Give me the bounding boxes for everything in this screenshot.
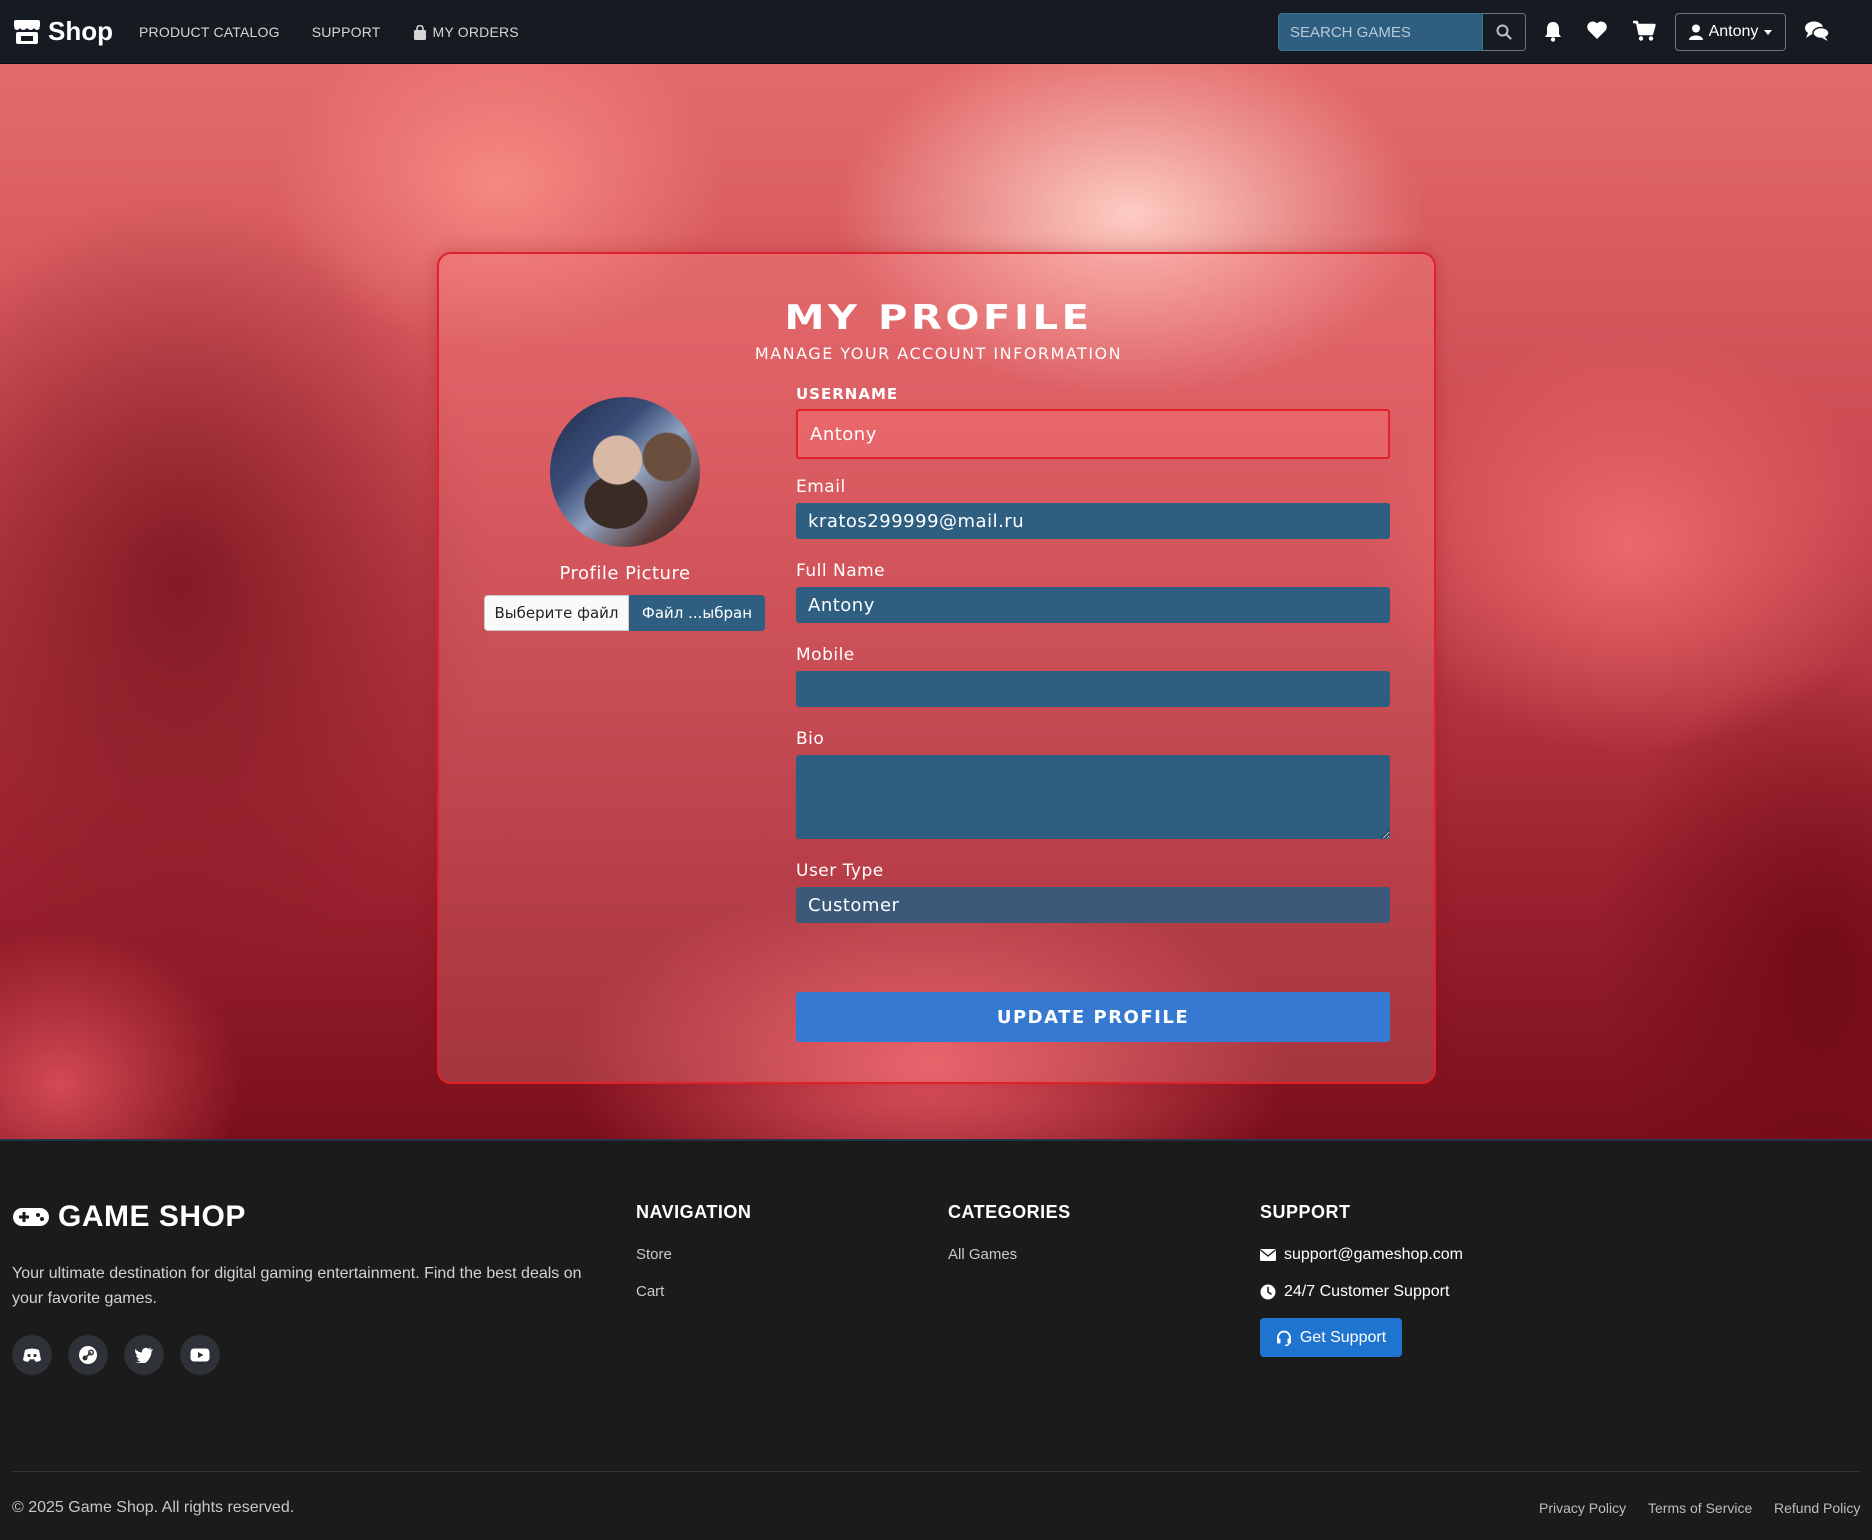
bio-label: Bio [796, 729, 825, 749]
store-icon [14, 19, 40, 44]
nav-product-catalog[interactable]: PRODUCT CATALOG [139, 24, 280, 40]
profile-card: MY PROFILE MANAGE YOUR ACCOUNT INFORMATI… [437, 252, 1436, 1084]
search-button[interactable] [1483, 13, 1526, 51]
user-menu-label: Antony [1708, 23, 1759, 40]
footer-link-cart[interactable]: Cart [636, 1283, 664, 1300]
heart-icon [1587, 21, 1607, 39]
footer-link-all-games[interactable]: All Games [948, 1246, 1017, 1263]
discord-icon [23, 1348, 41, 1362]
user-icon [1688, 24, 1703, 40]
support-email-text: support@gameshop.com [1284, 1246, 1463, 1263]
search-input[interactable] [1278, 13, 1483, 51]
footer-categories-title: CATEGORIES [948, 1202, 1071, 1222]
full-name-label: Full Name [796, 561, 886, 581]
steam-icon [79, 1346, 97, 1364]
mobile-label: Mobile [796, 645, 855, 665]
refund-policy-link[interactable]: Refund Policy [1774, 1500, 1860, 1516]
cart-icon [1633, 20, 1656, 41]
update-profile-button[interactable]: UPDATE PROFILE [796, 992, 1390, 1042]
hero-background: MY PROFILE MANAGE YOUR ACCOUNT INFORMATI… [0, 64, 1872, 1140]
social-links [12, 1335, 220, 1375]
username-label: USERNAME [796, 385, 899, 403]
get-support-button[interactable]: Get Support [1260, 1318, 1402, 1357]
full-name-field[interactable] [796, 587, 1390, 623]
clock-icon [1260, 1284, 1276, 1300]
support-hours: 24/7 Customer Support [1260, 1283, 1449, 1301]
terms-of-service-link[interactable]: Terms of Service [1648, 1500, 1752, 1516]
search-icon [1496, 24, 1512, 40]
user-type-label: User Type [796, 861, 884, 881]
avatar [550, 397, 700, 547]
chat-icon [1805, 21, 1830, 41]
support-email[interactable]: support@gameshop.com [1260, 1246, 1463, 1264]
privacy-policy-link[interactable]: Privacy Policy [1539, 1500, 1626, 1516]
notifications-button[interactable] [1543, 20, 1563, 42]
gamepad-icon [13, 1208, 49, 1226]
wishlist-button[interactable] [1586, 20, 1608, 40]
copyright: © 2025 Game Shop. All rights reserved. [12, 1499, 295, 1516]
get-support-label: Get Support [1299, 1328, 1387, 1346]
youtube-link[interactable] [180, 1335, 220, 1375]
footer-brand-name: GAME SHOP [58, 1200, 246, 1233]
footer-brand: GAME SHOP [12, 1200, 246, 1234]
mobile-field[interactable] [796, 671, 1390, 707]
steam-link[interactable] [68, 1335, 108, 1375]
footer-navigation-title: NAVIGATION [636, 1202, 752, 1222]
file-status: Файл ...ыбран [629, 595, 765, 631]
email-label: Email [796, 477, 846, 497]
twitter-icon [135, 1347, 153, 1363]
support-hours-text: 24/7 Customer Support [1284, 1283, 1450, 1300]
user-menu-button[interactable]: Antony [1675, 13, 1786, 51]
bag-icon [413, 24, 426, 40]
profile-picture-label: Profile Picture [559, 563, 691, 584]
search-group [1278, 13, 1526, 51]
bell-icon [1545, 22, 1561, 42]
section-divider [0, 1139, 1872, 1141]
chevron-down-icon [1764, 29, 1773, 35]
envelope-icon [1260, 1249, 1276, 1261]
brand-logo[interactable]: Shop [12, 16, 113, 47]
bio-field[interactable] [796, 755, 1390, 839]
headset-icon [1276, 1330, 1291, 1346]
nav-my-orders-label: MY ORDERS [432, 24, 519, 40]
nav-my-orders[interactable]: MY ORDERS [413, 24, 519, 40]
youtube-icon [190, 1348, 210, 1362]
twitter-link[interactable] [124, 1335, 164, 1375]
username-field[interactable] [796, 409, 1390, 459]
footer-divider [12, 1471, 1860, 1472]
chat-button[interactable] [1804, 20, 1830, 42]
top-navbar: Shop PRODUCT CATALOG SUPPORT MY ORDERS S… [0, 0, 1872, 64]
file-upload: Выберите файл Файл ...ыбран [484, 595, 765, 631]
cart-button[interactable] [1632, 20, 1656, 42]
footer-description: Your ultimate destination for digital ga… [12, 1265, 582, 1307]
discord-link[interactable] [12, 1335, 52, 1375]
footer-support-title: SUPPORT [1260, 1202, 1351, 1222]
page-title: MY PROFILE [784, 298, 1093, 338]
user-type-field[interactable]: Customer [796, 887, 1390, 923]
main-nav: PRODUCT CATALOG SUPPORT MY ORDERS [139, 0, 519, 64]
brand-name: Shop [48, 16, 113, 46]
page-subtitle: MANAGE YOUR ACCOUNT INFORMATION [754, 344, 1123, 363]
choose-file-button[interactable]: Выберите файл [484, 595, 629, 631]
footer-link-store[interactable]: Store [636, 1246, 672, 1263]
email-field[interactable] [796, 503, 1390, 539]
nav-support[interactable]: SUPPORT [312, 24, 381, 40]
